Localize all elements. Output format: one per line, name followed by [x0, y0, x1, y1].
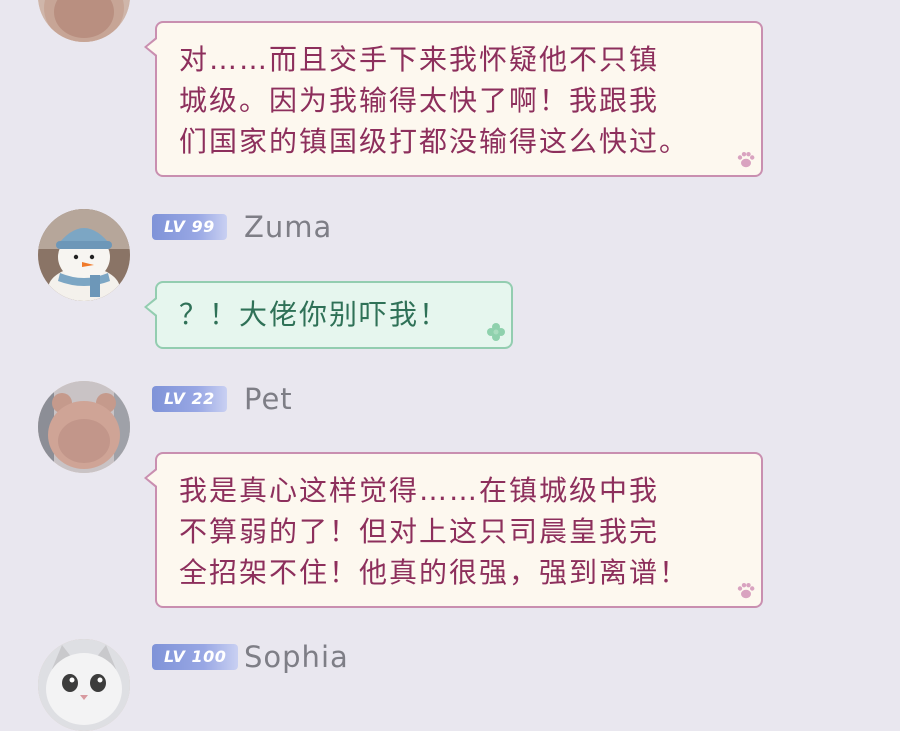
- message-text-2: ？！大佬你别吓我！: [179, 298, 450, 331]
- paw-icon: [737, 583, 755, 599]
- username-pet[interactable]: Pet: [244, 382, 293, 416]
- message-bubble-1: 对……而且交手下来我怀疑他不只镇 城级。因为我输得太快了啊！我跟我 们国家的镇国…: [144, 21, 763, 177]
- message-bubble-2: ？！大佬你别吓我！: [144, 281, 513, 349]
- username-sophia[interactable]: Sophia: [244, 640, 349, 674]
- bear-avatar-icon: [38, 0, 130, 42]
- level-badge-zuma: LV 99: [152, 214, 227, 240]
- bear-avatar-icon: [38, 381, 130, 473]
- clover-icon: [487, 323, 505, 341]
- username-zuma[interactable]: Zuma: [244, 210, 332, 244]
- avatar-bear[interactable]: [38, 381, 130, 473]
- message-text-1: 对……而且交手下来我怀疑他不只镇 城级。因为我输得太快了啊！我跟我 们国家的镇国…: [179, 43, 690, 158]
- cat-avatar-icon: [38, 639, 130, 731]
- paw-icon: [737, 152, 755, 168]
- snowman-avatar-icon: [38, 209, 130, 301]
- avatar-cat[interactable]: [38, 639, 130, 731]
- message-text-3: 我是真心这样觉得……在镇城级中我 不算弱的了！但对上这只司晨皇我完 全招架不住！…: [179, 474, 690, 589]
- level-badge-sophia: LV 100: [152, 644, 239, 670]
- avatar-bear-top[interactable]: [38, 0, 130, 42]
- avatar-snowman[interactable]: [38, 209, 130, 301]
- message-bubble-3: 我是真心这样觉得……在镇城级中我 不算弱的了！但对上这只司晨皇我完 全招架不住！…: [144, 452, 763, 608]
- level-badge-pet: LV 22: [152, 386, 227, 412]
